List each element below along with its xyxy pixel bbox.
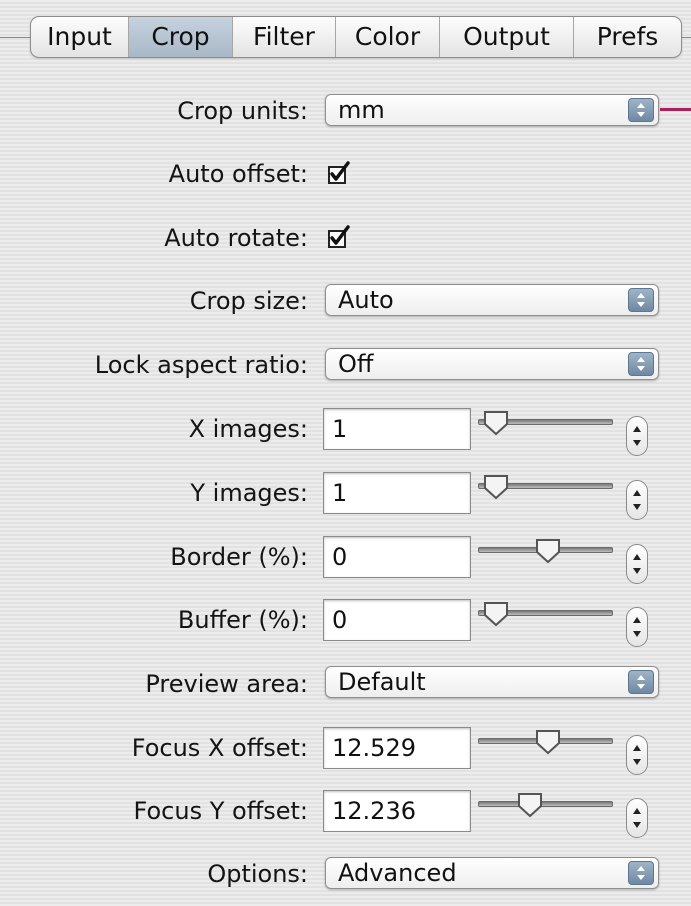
x-images-label: X images: <box>188 415 308 443</box>
y-images-field[interactable]: 1 <box>323 472 471 514</box>
crop-units-value: mm <box>338 96 385 124</box>
tab-input[interactable]: Input <box>31 17 129 57</box>
stepper-arrows-icon <box>633 554 641 574</box>
focus-y-offset-field[interactable]: 12.236 <box>323 790 471 832</box>
buffer-label: Buffer (%): <box>177 606 308 634</box>
popup-arrows-icon <box>628 98 654 122</box>
options-value: Advanced <box>338 859 457 887</box>
focus-y-offset-stepper[interactable] <box>626 798 648 838</box>
border-label: Border (%): <box>170 543 308 571</box>
lock-aspect-ratio-popup[interactable]: Off <box>325 348 659 380</box>
focus-x-offset-slider[interactable] <box>478 729 613 763</box>
tab-color[interactable]: Color <box>336 17 440 57</box>
x-images-field[interactable]: 1 <box>323 408 471 450</box>
preview-area-label: Preview area: <box>145 670 308 698</box>
border-field[interactable]: 0 <box>323 536 471 578</box>
y-images-stepper[interactable] <box>626 480 648 520</box>
preview-area-value: Default <box>338 668 426 696</box>
focus-x-offset-label: Focus X offset: <box>131 734 308 762</box>
stepper-arrows-icon <box>633 745 641 765</box>
tab-prefs[interactable]: Prefs <box>574 17 681 57</box>
focus-y-offset-slider[interactable] <box>478 792 613 826</box>
border-slider[interactable] <box>478 538 613 572</box>
x-images-slider[interactable] <box>478 410 613 444</box>
crop-units-popup[interactable]: mm <box>325 94 659 126</box>
crop-units-label: Crop units: <box>177 97 308 125</box>
lock-aspect-ratio-label: Lock aspect ratio: <box>94 351 308 379</box>
crop-size-label: Crop size: <box>189 287 308 315</box>
x-images-stepper[interactable] <box>626 416 648 456</box>
slider-track <box>478 801 613 807</box>
slider-thumb[interactable] <box>535 729 561 755</box>
slider-thumb[interactable] <box>483 474 509 500</box>
auto-offset-checkbox[interactable] <box>326 160 352 186</box>
tab-crop[interactable]: Crop <box>129 17 233 57</box>
stepper-arrows-icon <box>633 426 641 446</box>
tab-output[interactable]: Output <box>440 17 574 57</box>
slider-thumb[interactable] <box>483 410 509 436</box>
y-images-label: Y images: <box>190 479 308 507</box>
annotation-line <box>660 108 691 111</box>
checkmark-icon <box>328 225 350 248</box>
popup-arrows-icon <box>628 352 654 376</box>
buffer-stepper[interactable] <box>626 607 648 647</box>
y-images-slider[interactable] <box>478 474 613 508</box>
stepper-arrows-icon <box>633 808 641 828</box>
border-stepper[interactable] <box>626 544 648 584</box>
popup-arrows-icon <box>628 861 654 885</box>
popup-arrows-icon <box>628 670 654 694</box>
buffer-slider[interactable] <box>478 601 613 635</box>
auto-rotate-checkbox[interactable] <box>326 224 352 250</box>
auto-rotate-label: Auto rotate: <box>164 224 308 252</box>
focus-y-offset-label: Focus Y offset: <box>133 797 308 825</box>
tab-filter[interactable]: Filter <box>233 17 336 57</box>
crop-size-popup[interactable]: Auto <box>325 284 659 316</box>
crop-size-value: Auto <box>338 286 394 314</box>
stepper-arrows-icon <box>633 490 641 510</box>
focus-x-offset-field[interactable]: 12.529 <box>323 727 471 769</box>
tab-bar: Input Crop Filter Color Output Prefs <box>30 16 682 58</box>
popup-arrows-icon <box>628 288 654 312</box>
preview-area-popup[interactable]: Default <box>325 666 659 698</box>
buffer-field[interactable]: 0 <box>323 599 471 641</box>
slider-thumb[interactable] <box>535 538 561 564</box>
slider-thumb[interactable] <box>517 792 543 818</box>
lock-aspect-ratio-value: Off <box>338 350 374 378</box>
focus-x-offset-stepper[interactable] <box>626 735 648 775</box>
checkmark-icon <box>328 161 350 184</box>
stepper-arrows-icon <box>633 617 641 637</box>
options-label: Options: <box>207 860 308 888</box>
options-popup[interactable]: Advanced <box>325 857 659 889</box>
slider-thumb[interactable] <box>483 601 509 627</box>
auto-offset-label: Auto offset: <box>168 160 308 188</box>
